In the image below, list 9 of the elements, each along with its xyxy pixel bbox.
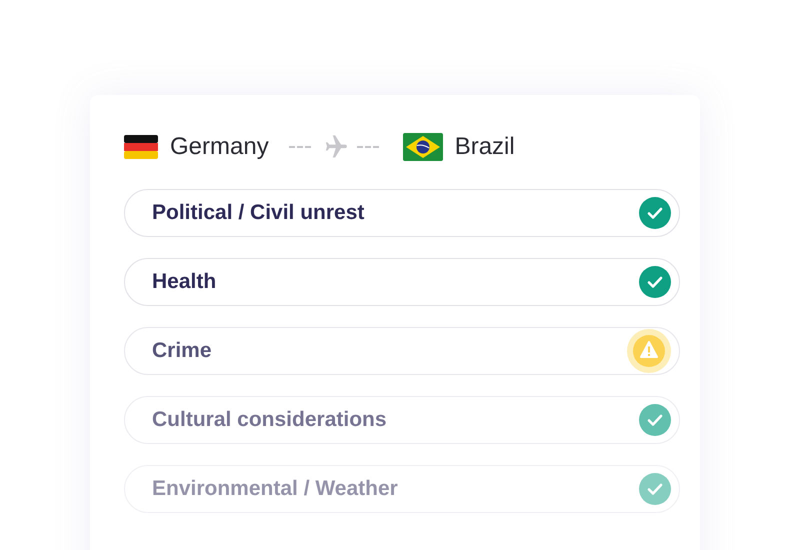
destination-country: Brazil xyxy=(454,132,515,162)
risk-label: Crime xyxy=(152,338,212,364)
risk-label: Environmental / Weather xyxy=(152,476,398,502)
risk-label: Political / Civil unrest xyxy=(152,200,364,226)
origin-country: Germany xyxy=(170,132,269,162)
risk-label: Health xyxy=(152,269,216,296)
germany-flag-icon xyxy=(124,135,158,159)
risk-label: Cultural considerations xyxy=(152,407,387,434)
brazil-flag-icon xyxy=(402,133,443,161)
